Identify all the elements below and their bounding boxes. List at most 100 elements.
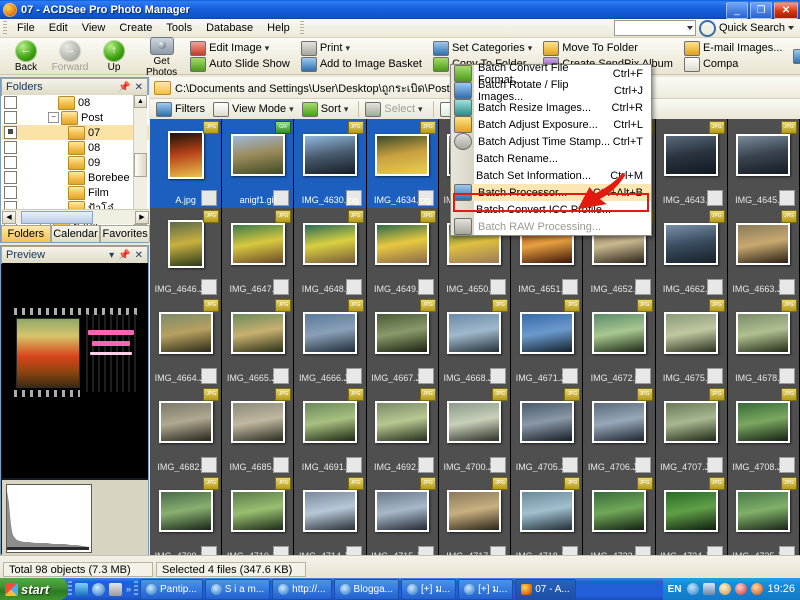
thumbnail-cell[interactable]: JPG IMG_4707.JPG (655, 386, 727, 475)
move-to-folder-button[interactable]: Move To Folder (540, 40, 643, 56)
scroll-right-icon[interactable]: ▶ (135, 210, 149, 224)
thumbnail-cell[interactable]: JPG IMG_4692.jpg (366, 386, 438, 475)
quick-search-input[interactable] (613, 20, 696, 36)
chevron-down-icon[interactable]: ▾ (289, 104, 294, 115)
thumbnail-cell[interactable]: JPG IMG_4648.jpg (294, 208, 366, 297)
show-desktop-icon[interactable] (75, 582, 88, 596)
taskbar-button[interactable]: 07 - A... (515, 578, 576, 600)
folder-checkbox[interactable] (4, 186, 17, 199)
menu-drag-grip[interactable] (3, 21, 7, 35)
internet-explorer-icon[interactable] (92, 582, 105, 596)
menu-item-batch-processor[interactable]: Batch Processor... Ctrl+Alt+B (451, 184, 651, 201)
thumbnail-cell[interactable]: JPGIMG_4717.jpg (438, 475, 511, 555)
up-button[interactable]: ↑ Up (92, 39, 136, 73)
thumbnail-cell[interactable]: JPG IMG_4705.JPG (511, 386, 583, 475)
thumbnail-cell[interactable]: JPG IMG_4662.jpg (655, 208, 727, 297)
pin-icon[interactable]: 📌 (118, 250, 130, 261)
tree-row[interactable]: Film (2, 185, 149, 200)
minimize-button[interactable]: _ (726, 2, 748, 19)
scrollbar-thumb[interactable] (21, 210, 93, 224)
thumbnail-cell[interactable]: JPG IMG_4665.JPG (222, 297, 294, 386)
close-icon[interactable]: ✕ (135, 250, 143, 261)
thumbnail-cell[interactable]: JPG IMG_4666.JPG (294, 297, 366, 386)
thumbnail-cell[interactable]: JPG IMG_4663.JPG (727, 208, 799, 297)
folder-checkbox[interactable] (4, 156, 17, 169)
thumbnail-cell[interactable]: JPG IMG_4671.JPG (511, 297, 583, 386)
taskbar-button[interactable]: http://... (272, 578, 332, 600)
folder-checkbox[interactable] (4, 96, 17, 109)
tab-calendar[interactable]: Calendar (50, 225, 101, 242)
thumbnail-cell[interactable]: JPG IMG_4634.jpg (366, 119, 438, 208)
menu-item-database[interactable]: Database (199, 20, 260, 36)
folder-checkbox[interactable] (4, 141, 17, 154)
taskbar-button[interactable]: Blogga... (333, 578, 400, 600)
thumbnail-cell[interactable]: JPG IMG_4691.jpg (294, 386, 366, 475)
thumbnail-cell[interactable]: JPG IMG_4708.JPG (727, 386, 799, 475)
preview-menu-icon[interactable]: ▾ (109, 250, 114, 261)
scrollbar-thumb[interactable] (134, 153, 147, 177)
chevron-down-icon[interactable]: ▾ (528, 43, 533, 54)
scroll-left-icon[interactable]: ◀ (2, 210, 16, 224)
overflow-chevron-icon[interactable]: » (126, 584, 131, 594)
menu-item-view[interactable]: View (75, 20, 113, 36)
menu-item-batch-rename[interactable]: Batch Rename... (451, 150, 651, 167)
menu-item-batch-rotate-flip-images[interactable]: Batch Rotate / Flip Images... Ctrl+J (451, 79, 651, 103)
set-categories-button[interactable]: Set Categories ▾ (430, 40, 537, 56)
pin-icon[interactable]: 📌 (118, 82, 130, 93)
shield-icon[interactable] (735, 583, 748, 595)
folder-checkbox[interactable] (4, 111, 17, 124)
thumbnail-cell[interactable]: GIF anigf1.gif (222, 119, 294, 208)
collapse-expander[interactable]: − (48, 112, 59, 123)
batch-tools-dropdown-menu[interactable]: Batch Convert File Format... Ctrl+F Batc… (450, 62, 652, 236)
thumbnail-cell[interactable]: JPGIMG_4718.JPG (511, 475, 583, 555)
restore-button[interactable]: ❐ (750, 2, 772, 19)
email-images-button[interactable]: E-mail Images... (681, 40, 787, 56)
thumbnail-cell[interactable]: JPG IMG_4664.JPG (150, 297, 222, 386)
start-button[interactable]: start (0, 578, 68, 600)
menu-item-help[interactable]: Help (260, 20, 297, 36)
thumbnail-cell[interactable]: JPG IMG_4678.jpg (727, 297, 799, 386)
thumbnail-cell[interactable]: JPGIMG_4709.JPG (150, 475, 222, 555)
thumbnail-cell[interactable]: JPG IMG_4630.jpg (294, 119, 366, 208)
power-icon[interactable] (751, 583, 764, 595)
thumbnail-cell[interactable]: JPGIMG_4723.jpg (583, 475, 655, 555)
thumbnail-cell[interactable]: JPG IMG_4675.jpg (655, 297, 727, 386)
get-photos-button[interactable]: Get Photos (146, 35, 177, 78)
chevron-down-icon[interactable]: ▾ (344, 104, 349, 115)
close-icon[interactable]: ✕ (135, 82, 143, 93)
print-button[interactable]: Print ▾ (298, 40, 355, 56)
chevron-down-icon[interactable]: ▾ (345, 43, 350, 54)
user-icon[interactable] (719, 583, 732, 595)
thumbnail-cell[interactable]: JPG IMG_4667.JPG (366, 297, 438, 386)
quick-search-label[interactable]: Quick Search (719, 22, 785, 34)
menu-item-batch-adjust-time-stamp[interactable]: Batch Adjust Time Stamp... Ctrl+T (451, 133, 651, 150)
tree-row-selected[interactable]: 07 (2, 125, 149, 140)
menu-item-batch-set-information[interactable]: Batch Set Information... Ctrl+M (451, 167, 651, 184)
thumbnail-cell[interactable]: JPGIMG_4714.JPG (294, 475, 366, 555)
chevron-left-icon[interactable] (687, 583, 700, 595)
tree-row[interactable]: Borebee (2, 170, 149, 185)
back-button[interactable]: ← Back (4, 39, 48, 73)
thumbnail-cell[interactable]: JPG IMG_4643.jpg (655, 119, 727, 208)
menu-item-edit[interactable]: Edit (42, 20, 75, 36)
menu-item-batch-convert-icc-profile[interactable]: Batch Convert ICC Profile... (451, 201, 651, 218)
tree-row[interactable]: 08 (2, 95, 149, 110)
language-indicator[interactable]: EN (668, 584, 684, 595)
tab-favorites[interactable]: Favorites (100, 225, 151, 242)
scroll-up-icon[interactable]: ▲ (134, 95, 147, 108)
thumbnail-cell[interactable]: JPG IMG_4646.JPG (150, 208, 222, 297)
thumbnail-cell[interactable]: JPGIMG_4724.JPG (655, 475, 727, 555)
edit-image-button[interactable]: Edit Image ▾ (187, 40, 274, 56)
thumbnail-cell[interactable]: JPGIMG_4715.JPG (366, 475, 438, 555)
thumbnail-cell[interactable]: JPG IMG_4645.jpg (727, 119, 799, 208)
taskbar-clock[interactable]: 19:26 (767, 583, 795, 595)
thumbnail-cell[interactable]: JPG IMG_4649.jpg (366, 208, 438, 297)
thumbnail-cell[interactable]: JPG IMG_4700.JPG (438, 386, 511, 475)
thumbnail-cell[interactable]: JPG IMG_4672.jpg (583, 297, 655, 386)
tree-row[interactable]: 08 (2, 140, 149, 155)
tab-folders[interactable]: Folders (1, 225, 51, 242)
thumbnail-cell[interactable]: JPG IMG_4647.jpg (222, 208, 294, 297)
thumbnail-cell[interactable]: JPGIMG_4710.JPG (222, 475, 294, 555)
menu-item-file[interactable]: File (10, 20, 42, 36)
folders-vertical-scrollbar[interactable]: ▲ ▼ (133, 95, 147, 225)
